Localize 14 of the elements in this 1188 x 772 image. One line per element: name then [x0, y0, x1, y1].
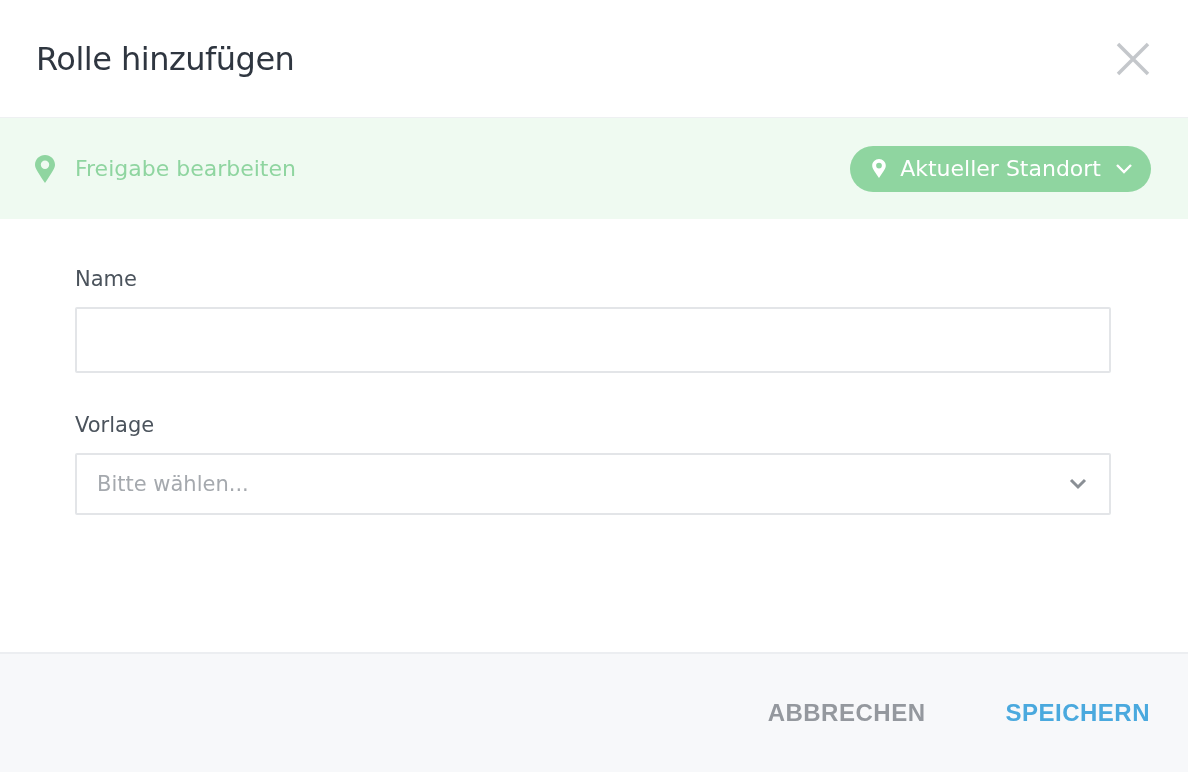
location-pin-icon	[35, 154, 55, 183]
template-select[interactable]: Bitte wählen...	[75, 453, 1111, 515]
dialog-title: Rolle hinzufügen	[36, 39, 295, 78]
close-button[interactable]	[1116, 41, 1150, 76]
share-label[interactable]: Freigabe bearbeiten	[75, 156, 851, 181]
name-input-field[interactable]	[75, 307, 1111, 373]
location-pin-icon	[872, 159, 887, 178]
chevron-down-icon	[1115, 162, 1133, 175]
save-button[interactable]: SPEICHERN	[1005, 693, 1150, 733]
location-dropdown[interactable]: Aktueller Standort	[850, 145, 1151, 192]
cancel-button[interactable]: ABBRECHEN	[767, 693, 926, 733]
chevron-down-icon	[1069, 478, 1087, 490]
field-label: Name	[75, 267, 138, 291]
field-label: Vorlage	[75, 413, 156, 437]
